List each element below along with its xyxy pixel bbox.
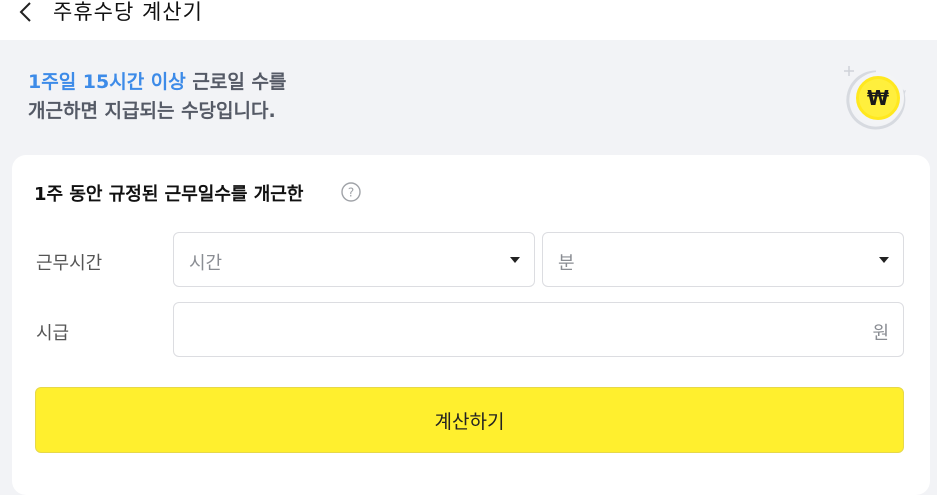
hours-placeholder: 시간 (189, 253, 223, 274)
minutes-placeholder: 분 (558, 253, 575, 274)
won-coin-icon: ₩ (840, 62, 912, 134)
work-time-label: 근무시간 (36, 253, 103, 274)
form-title: 1주 동안 규정된 근무일수를 개근한 (34, 184, 304, 205)
page-title: 주휴수당 계산기 (53, 0, 203, 24)
minutes-select[interactable]: 분 (542, 232, 904, 287)
caret-down-icon (510, 257, 520, 263)
chevron-left-icon (19, 2, 31, 22)
intro-highlight: 1주일 15시간 이상 (28, 71, 186, 93)
intro-line-1: 1주일 15시간 이상 근로일 수를 (28, 68, 286, 97)
calculate-button[interactable]: 계산하기 (35, 387, 904, 453)
wage-unit: 원 (872, 323, 889, 344)
hourly-wage-input[interactable] (188, 315, 852, 347)
hourly-wage-field[interactable]: 원 (173, 302, 904, 357)
wage-label: 시급 (36, 323, 70, 344)
top-header: 주휴수당 계산기 (0, 0, 937, 40)
caret-down-icon (879, 257, 889, 263)
intro-line-2: 개근하면 지급되는 수당입니다. (28, 100, 276, 122)
intro-text: 1주일 15시간 이상 근로일 수를 개근하면 지급되는 수당입니다. (28, 68, 286, 126)
question-circle-icon[interactable]: ? (341, 182, 361, 202)
intro-line-1-rest: 근로일 수를 (185, 71, 287, 93)
hours-select[interactable]: 시간 (173, 232, 535, 287)
won-symbol: ₩ (867, 86, 889, 110)
back-button[interactable] (14, 0, 38, 26)
help-symbol: ? (348, 186, 354, 200)
